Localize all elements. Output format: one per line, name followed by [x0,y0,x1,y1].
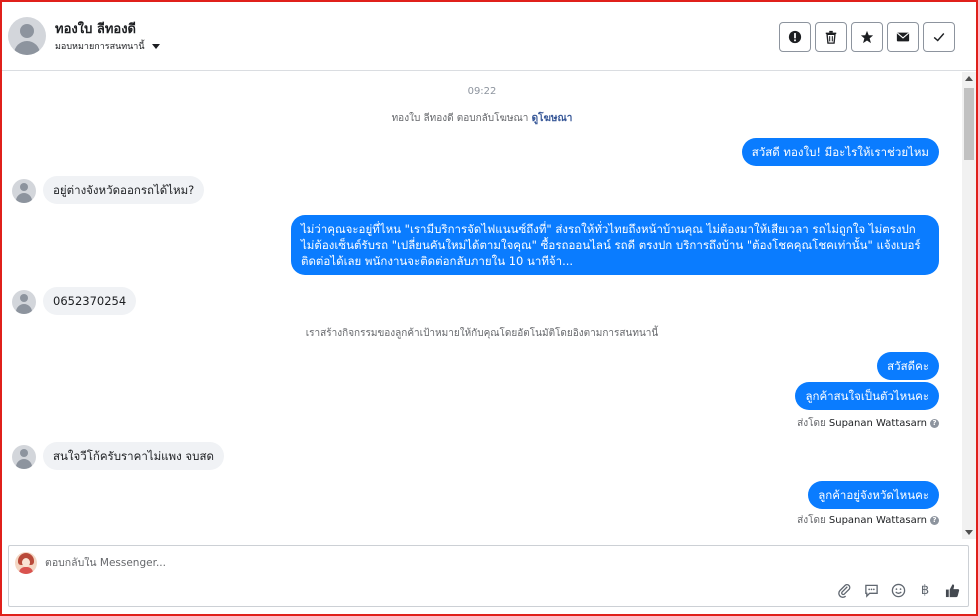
sent-by-label: ส่งโดย Supanan Wattasarn ? [797,513,939,528]
contact-avatar-small [12,290,36,314]
saved-replies-icon[interactable] [863,582,879,598]
done-button[interactable] [923,22,955,52]
caret-down-icon [151,43,160,49]
message-outgoing: ลูกค้าสนใจเป็นตัวไหนคะ [795,382,939,410]
trash-icon [825,30,837,44]
help-icon[interactable]: ? [930,516,939,525]
thumbs-up-icon[interactable] [944,582,960,598]
message-outgoing: ไม่ว่าคุณจะอยู่ที่ไหน "เรามีบริการจัดไฟแ… [291,215,939,275]
envelope-icon [896,32,910,42]
message-timestamp: 09:22 [467,86,497,97]
assign-conversation-dropdown[interactable]: มอบหมายการสนทนานี้ [55,39,160,53]
scrollbar[interactable] [962,72,976,539]
reply-input[interactable] [45,557,745,569]
scroll-up-arrow[interactable] [965,76,973,81]
page-avatar [15,552,37,574]
contact-avatar-small [12,445,36,469]
scroll-down-arrow[interactable] [965,530,973,535]
mark-unread-button[interactable] [887,22,919,52]
scrollbar-thumb[interactable] [964,88,974,160]
ad-reply-text: ทองใบ ลีทองดี ตอบกลับโฆษณา [391,113,529,124]
currency-icon[interactable]: ฿ [917,582,933,598]
exclamation-circle-icon [788,30,802,44]
help-icon[interactable]: ? [930,419,939,428]
message-thread: 09:22 ทองใบ ลีทองดี ตอบกลับโฆษณา ดูโฆษณา… [2,72,962,539]
delete-button[interactable] [815,22,847,52]
sent-by-name[interactable]: Supanan Wattasarn [829,515,927,526]
contact-avatar[interactable] [8,17,46,55]
mark-spam-button[interactable] [779,22,811,52]
header-actions [779,22,955,52]
star-button[interactable] [851,22,883,52]
sent-by-name[interactable]: Supanan Wattasarn [829,418,927,429]
conversation-header: ทองใบ ลีทองดี มอบหมายการสนทนานี้ [2,2,976,71]
message-outgoing: ลูกค้าอยู่จังหวัดไหนคะ [808,481,939,509]
message-outgoing: สวัสดีคะ [877,352,939,380]
message-incoming: สนใจวีโก้ครับราคาไม่แพง จบสด [43,442,224,470]
contact-avatar-small [12,179,36,203]
sent-by-prefix: ส่งโดย [797,515,826,526]
paperclip-icon[interactable] [836,582,852,598]
check-icon [933,33,945,42]
system-note: เราสร้างกิจกรรมของลูกค้าเป้าหมายให้กับคุ… [305,328,659,339]
ad-reply-note: ทองใบ ลีทองดี ตอบกลับโฆษณา ดูโฆษณา [2,111,962,126]
assign-label: มอบหมายการสนทนานี้ [55,42,145,52]
sent-by-label: ส่งโดย Supanan Wattasarn ? [797,416,939,431]
view-ad-link[interactable]: ดูโฆษณา [532,113,573,124]
star-icon [860,30,874,44]
emoji-icon[interactable] [890,582,906,598]
contact-name[interactable]: ทองใบ ลีทองดี [55,18,136,39]
sent-by-prefix: ส่งโดย [797,418,826,429]
message-incoming: 0652370254 [43,287,137,315]
message-incoming: อยู่ต่างจังหวัดออกรถได้ไหม? [43,176,205,204]
message-outgoing: สวัสดี ทองใบ! มีอะไรให้เราช่วยไหม [741,138,939,166]
message-composer: ฿ [8,545,969,607]
composer-tools: ฿ [836,582,960,598]
